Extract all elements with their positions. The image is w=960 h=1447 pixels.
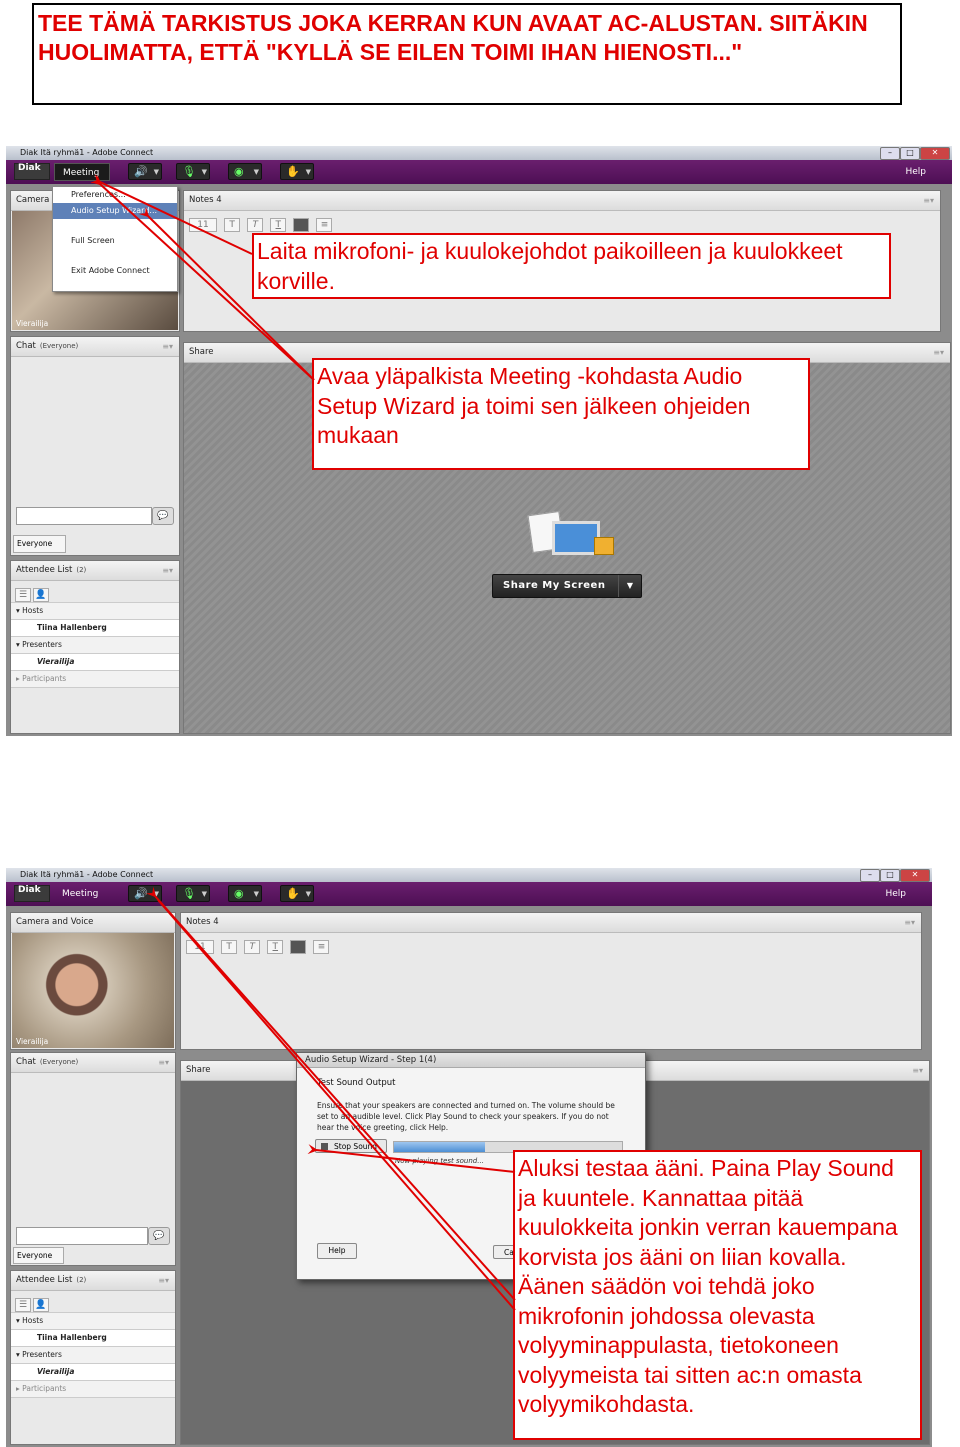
arrow-to-volume-control-2 — [157, 899, 516, 1311]
arrow-to-menu-from-wizard-note — [90, 174, 315, 381]
annotation-arrows — [90, 174, 516, 1311]
arrow-to-audio-wizard — [138, 206, 315, 381]
arrow-to-volume-control — [145, 886, 516, 1301]
arrow-to-play-sound — [307, 1144, 516, 1173]
